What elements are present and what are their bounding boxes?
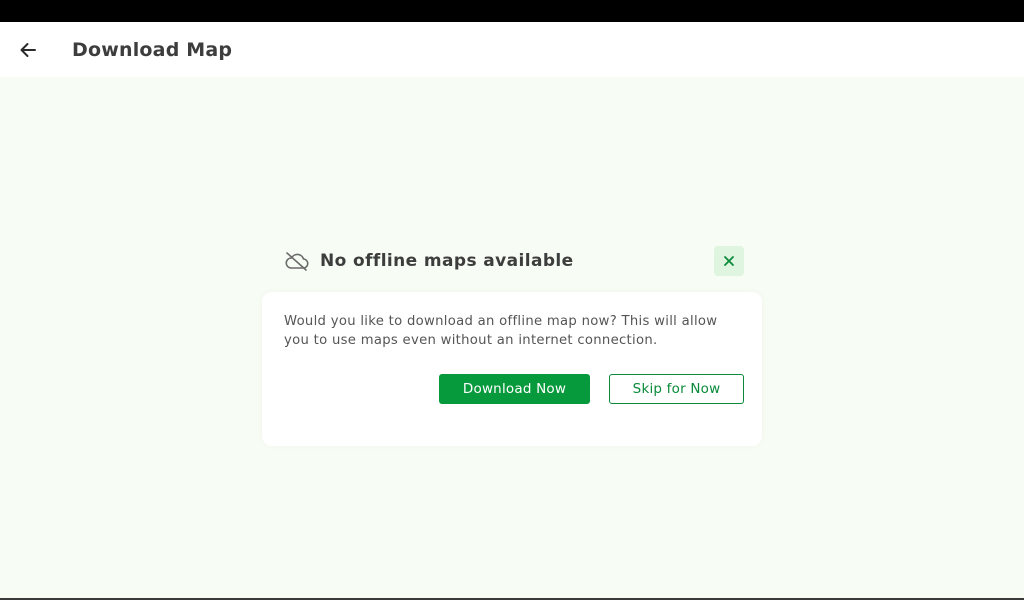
- app-bar: Download Map: [0, 22, 1024, 77]
- page-title: Download Map: [72, 38, 233, 61]
- dialog-message: Would you like to download an offline ma…: [284, 314, 718, 348]
- dialog-header: No offline maps available: [284, 246, 744, 276]
- skip-for-now-button[interactable]: Skip for Now: [609, 374, 744, 404]
- dialog-title: No offline maps available: [320, 251, 574, 271]
- close-icon: [724, 256, 734, 266]
- close-button[interactable]: [714, 246, 744, 276]
- back-button[interactable]: [0, 22, 56, 77]
- arrow-left-icon: [20, 42, 36, 57]
- cloud-off-icon: [285, 252, 309, 271]
- dialog-card: Would you like to download an offline ma…: [262, 292, 762, 446]
- download-now-button[interactable]: Download Now: [439, 374, 590, 404]
- status-bar: [0, 0, 1024, 22]
